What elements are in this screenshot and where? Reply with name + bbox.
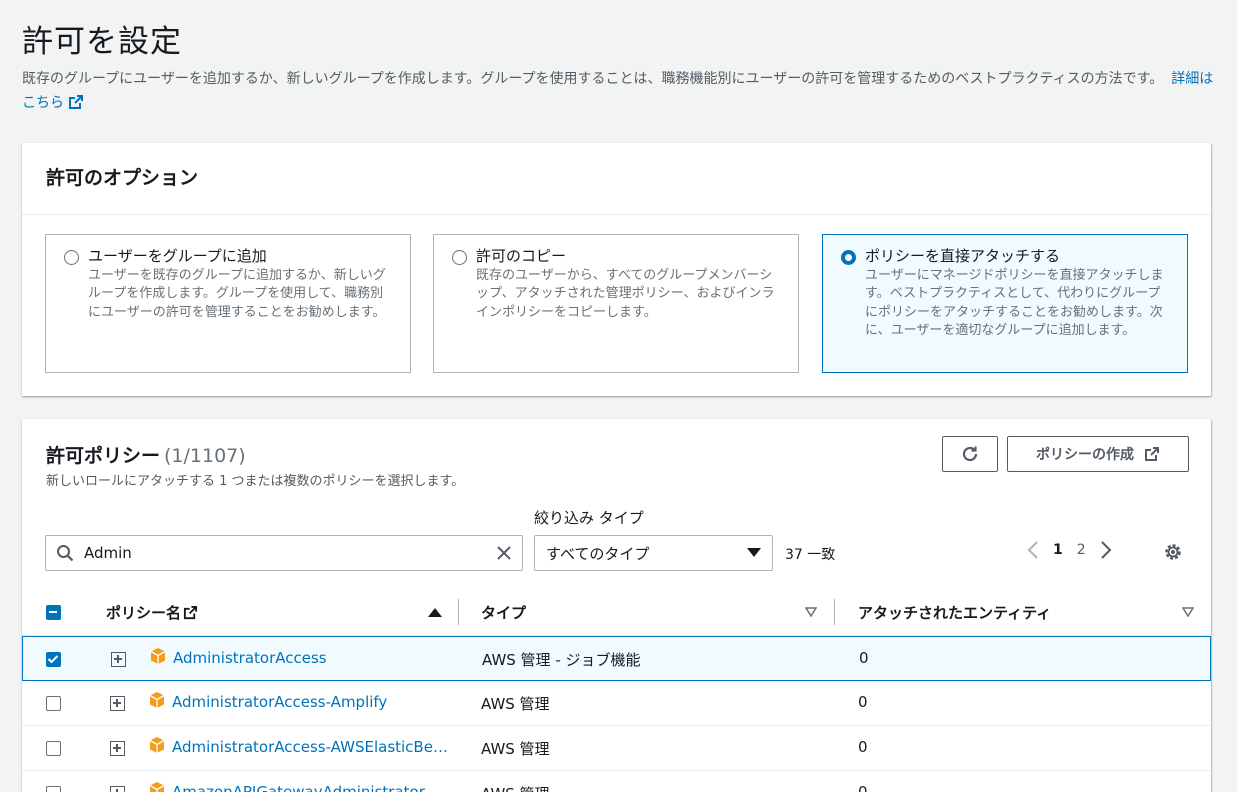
column-separator: [834, 599, 835, 625]
option-label: ユーザーをグループに追加: [88, 247, 267, 265]
option-copy-permissions[interactable]: 許可のコピー 既存のユーザーから、すべてのグループメンバーシップ、アタッチされた…: [433, 234, 799, 373]
sort-ascending-icon[interactable]: [428, 607, 442, 617]
attached-entities-count: 0: [859, 649, 869, 667]
expand-icon[interactable]: [110, 741, 125, 756]
policies-title-text: 許可ポリシー: [46, 445, 161, 467]
aws-managed-cube-icon: [149, 782, 165, 792]
expand-icon[interactable]: [110, 786, 125, 792]
pagination: 1 2: [1027, 541, 1112, 559]
external-link-icon: [69, 95, 83, 109]
aws-managed-cube-icon: [149, 737, 165, 753]
row-checkbox[interactable]: [46, 741, 61, 756]
caret-down-icon: [747, 548, 761, 557]
option-label: ポリシーを直接アタッチする: [865, 247, 1061, 265]
column-policy-name-label: ポリシー名: [106, 604, 182, 622]
table-row[interactable]: AdministratorAccess AWS 管理 - ジョブ機能 0: [22, 636, 1211, 681]
table-row[interactable]: AdministratorAccess-AWSElasticBe… AWS 管理…: [22, 726, 1211, 771]
clear-search-icon[interactable]: [496, 545, 512, 561]
policy-type: AWS 管理: [481, 740, 550, 758]
option-label: 許可のコピー: [476, 247, 567, 265]
external-link-icon: [183, 605, 198, 620]
filter-type-label: 絞り込み タイプ: [534, 509, 644, 527]
policies-title: 許可ポリシー (1/1107): [46, 441, 246, 468]
attached-entities-count: 0: [858, 693, 868, 711]
table-header: ポリシー名 タイプ アタッチされたエンティティ: [22, 590, 1211, 636]
policy-type: AWS 管理 - ジョブ機能: [482, 651, 641, 669]
sort-icon[interactable]: [805, 607, 817, 617]
select-all-checkbox[interactable]: [46, 605, 61, 620]
permission-policies-card: 許可ポリシー (1/1107) 新しいロールにアタッチする 1 つまたは複数のポリ…: [22, 419, 1211, 792]
permission-options-header: 許可のオプション: [22, 143, 1211, 215]
policy-type: AWS 管理: [481, 783, 550, 792]
policy-name-link[interactable]: AdministratorAccess: [173, 649, 327, 667]
option-text: 既存のユーザーから、すべてのグループメンバーシップ、アタッチされた管理ポリシー、…: [476, 268, 775, 320]
policies-subtitle: 新しいロールにアタッチする 1 つまたは複数のポリシーを選択します。: [46, 474, 465, 489]
chevron-left-icon[interactable]: [1027, 541, 1039, 559]
radio-attach-policies[interactable]: [841, 250, 856, 265]
expand-icon[interactable]: [111, 652, 126, 667]
external-link-icon: [1145, 447, 1159, 461]
attached-entities-count: 0: [858, 738, 868, 756]
policy-search-input[interactable]: Admin: [45, 535, 523, 571]
column-type[interactable]: タイプ: [481, 602, 526, 623]
page: 許可を設定 既存のグループにユーザーを追加するか、新しいグループを作成します。グ…: [0, 0, 1237, 792]
column-attached-entities[interactable]: アタッチされたエンティティ: [858, 602, 1051, 623]
policy-name-link[interactable]: AdministratorAccess-Amplify: [172, 693, 387, 711]
policy-type: AWS 管理: [481, 695, 550, 713]
option-add-to-group[interactable]: ユーザーをグループに追加 ユーザーを既存のグループに追加するか、新しいグループを…: [45, 234, 411, 373]
table-row[interactable]: AdministratorAccess-Amplify AWS 管理 0: [22, 681, 1211, 726]
option-text: ユーザーにマネージドポリシーを直接アタッチします。ベストプラクティスとして、代わ…: [865, 268, 1164, 339]
page-1-button[interactable]: 1: [1053, 542, 1063, 558]
type-filter-select[interactable]: すべてのタイプ: [534, 535, 773, 571]
aws-managed-cube-icon: [149, 692, 165, 708]
page-title: 許可を設定: [22, 24, 182, 60]
description-text: 既存のグループにユーザーを追加するか、新しいグループを作成します。グループを使用…: [22, 71, 1164, 87]
search-value: Admin: [84, 544, 132, 562]
expand-icon[interactable]: [110, 696, 125, 711]
page-2-button[interactable]: 2: [1077, 542, 1086, 558]
option-text: ユーザーを既存のグループに追加するか、新しいグループを作成します。グループを使用…: [88, 268, 386, 320]
settings-gear-icon[interactable]: [1163, 542, 1183, 562]
type-filter-value: すべてのタイプ: [546, 544, 650, 563]
table-row[interactable]: AmazonAPIGatewayAdministrator AWS 管理 0: [22, 771, 1211, 792]
permission-options-card: 許可のオプション ユーザーをグループに追加 ユーザーを既存のグループに追加するか…: [22, 143, 1211, 396]
column-separator: [458, 599, 459, 625]
search-icon: [57, 545, 74, 562]
policy-name-link[interactable]: AdministratorAccess-AWSElasticBe…: [172, 738, 448, 756]
radio-add-to-group[interactable]: [64, 250, 79, 265]
row-checkbox[interactable]: [46, 786, 61, 792]
create-policy-label: ポリシーの作成: [1036, 447, 1134, 463]
chevron-right-icon[interactable]: [1100, 541, 1112, 559]
page-description: 既存のグループにユーザーを追加するか、新しいグループを作成します。グループを使用…: [22, 67, 1217, 115]
option-attach-policies[interactable]: ポリシーを直接アタッチする ユーザーにマネージドポリシーを直接アタッチします。ベ…: [822, 234, 1188, 373]
attached-entities-count: 0: [858, 783, 868, 792]
sort-icon[interactable]: [1182, 607, 1194, 617]
policy-name-link[interactable]: AmazonAPIGatewayAdministrator: [172, 783, 425, 792]
refresh-button[interactable]: [942, 436, 998, 472]
create-policy-button[interactable]: ポリシーの作成: [1007, 436, 1189, 472]
radio-copy-permissions[interactable]: [452, 250, 467, 265]
row-checkbox[interactable]: [46, 696, 61, 711]
column-policy-name[interactable]: ポリシー名: [106, 602, 198, 623]
matches-count: 37 一致: [785, 547, 836, 563]
policies-count: (1/1107): [164, 445, 246, 467]
aws-managed-cube-icon: [150, 648, 166, 664]
row-checkbox[interactable]: [46, 652, 61, 667]
refresh-icon: [962, 446, 978, 462]
